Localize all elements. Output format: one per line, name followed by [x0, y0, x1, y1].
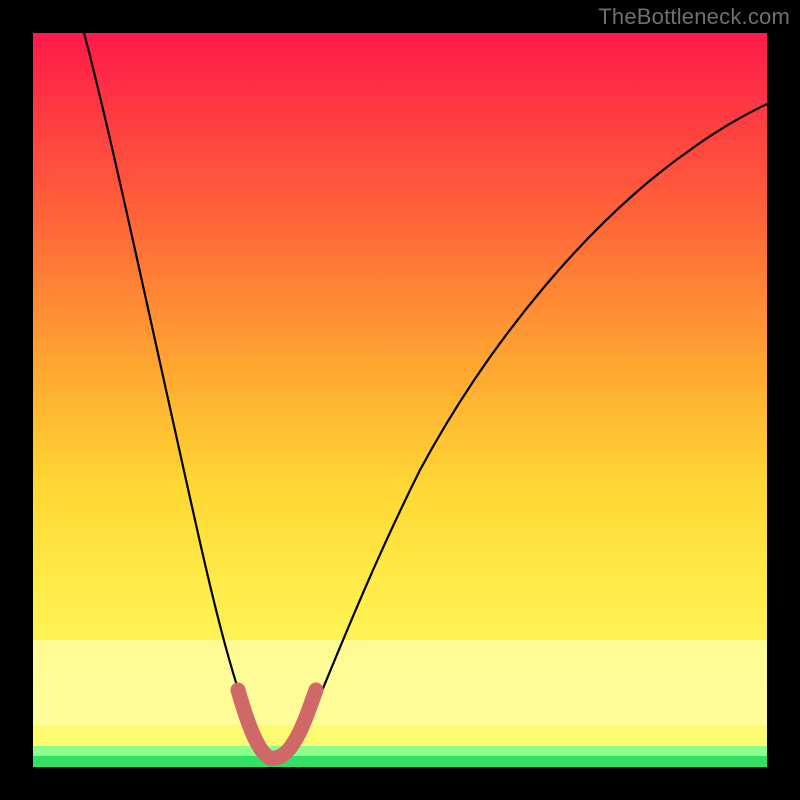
- green-band-2: [33, 756, 767, 767]
- green-band-1: [33, 746, 767, 756]
- watermark-text: TheBottleneck.com: [598, 4, 790, 30]
- bottleneck-chart: [0, 0, 800, 800]
- plot-area: [33, 33, 767, 767]
- highlight-band: [33, 640, 767, 725]
- chart-frame: TheBottleneck.com: [0, 0, 800, 800]
